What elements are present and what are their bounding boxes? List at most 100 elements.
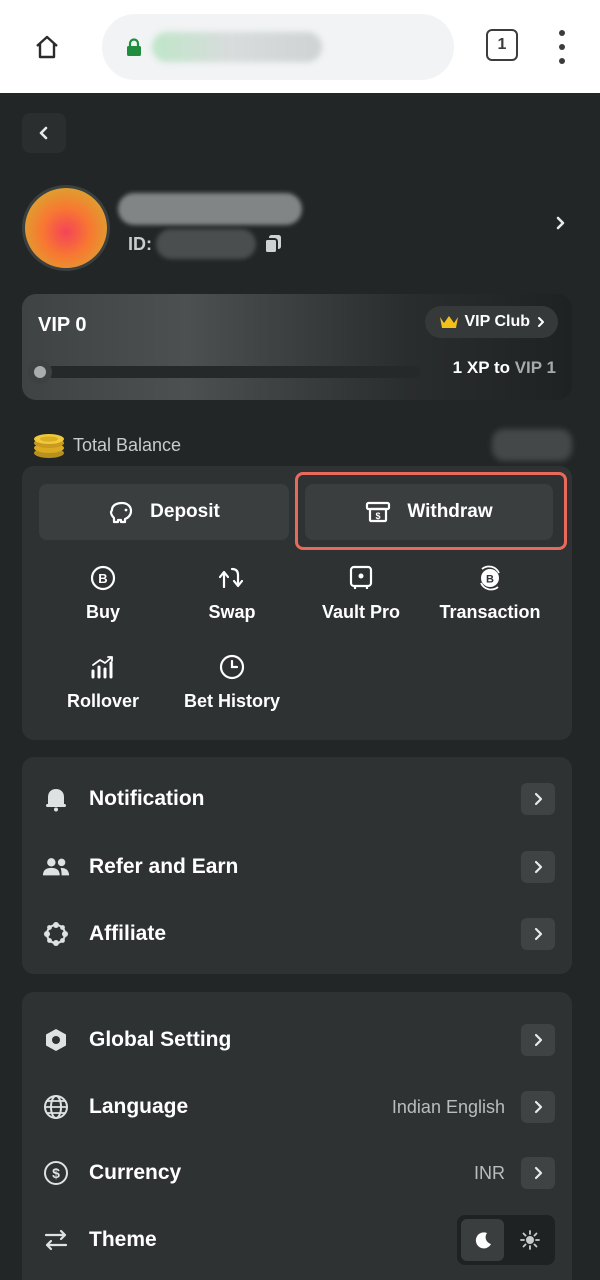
dollar-circle-icon: $	[42, 1159, 70, 1187]
vault-icon	[347, 564, 375, 592]
menu-card-social: Notification Refer and Earn Affiliate	[22, 757, 572, 974]
username-blurred	[118, 193, 302, 225]
svg-text:$: $	[376, 511, 381, 521]
vip-progress-bar	[28, 366, 420, 378]
vip-progress-indicator	[28, 360, 52, 384]
account-page: ID: VIP 0 VIP Club 1 XP to VIP 1 Total B…	[0, 93, 600, 1280]
wallet-action-label: Transaction	[439, 602, 541, 622]
wallet-action-bet-history[interactable]: Bet History	[167, 653, 297, 723]
menu-item-notification[interactable]: Notification	[22, 773, 572, 825]
chevron-right-icon	[538, 317, 544, 327]
chevron-right-icon[interactable]	[521, 1024, 555, 1056]
svg-text:B: B	[486, 574, 494, 586]
wallet-action-transaction[interactable]: B Transaction	[425, 564, 555, 634]
menu-item-label: Theme	[89, 1228, 157, 1251]
chevron-right-icon[interactable]	[521, 1091, 555, 1123]
wallet-action-buy[interactable]: B Buy	[38, 564, 168, 634]
svg-text:$: $	[52, 1165, 60, 1181]
menu-item-affiliate[interactable]: Affiliate	[22, 908, 572, 960]
total-balance-row: Total Balance	[32, 429, 572, 461]
url-text-blurred	[152, 32, 322, 62]
chevron-right-icon[interactable]	[521, 1157, 555, 1189]
wallet-action-rollover[interactable]: Rollover	[38, 653, 168, 723]
svg-text:B: B	[98, 571, 107, 586]
coins-icon	[34, 434, 64, 458]
vip-card: VIP 0 VIP Club 1 XP to VIP 1	[22, 294, 572, 400]
menu-item-label: Currency	[89, 1161, 182, 1184]
browser-toolbar: 1	[0, 0, 600, 93]
chevron-right-icon[interactable]	[548, 211, 572, 235]
affiliate-icon	[42, 920, 70, 948]
wallet-action-label: Buy	[85, 602, 120, 622]
globe-icon	[42, 1093, 70, 1121]
chevron-left-icon	[39, 126, 48, 140]
menu-item-label: Refer and Earn	[89, 855, 239, 878]
bell-icon	[42, 785, 70, 813]
wallet-action-label: Bet History	[183, 691, 281, 711]
menu-item-label: Language	[89, 1095, 189, 1118]
sliders-icon	[42, 1226, 70, 1254]
vip-level: VIP 0	[38, 314, 87, 336]
profile-header[interactable]: ID:	[22, 185, 578, 271]
copy-icon[interactable]	[264, 234, 282, 254]
tab-count: 1	[497, 36, 507, 53]
total-balance-label: Total Balance	[73, 435, 182, 455]
wallet-action-swap[interactable]: Swap	[167, 564, 297, 634]
users-icon	[42, 853, 70, 881]
hexagon-gear-icon	[42, 1026, 70, 1054]
lock-icon	[127, 38, 141, 56]
user-id-label: ID:	[128, 233, 152, 254]
deposit-button[interactable]: Deposit	[39, 484, 289, 540]
swap-arrows-icon	[218, 564, 246, 592]
wallet-action-label: Swap	[208, 602, 256, 622]
menu-item-global-setting[interactable]: Global Setting	[22, 1014, 572, 1066]
vip-xp-text: 1 XP to	[452, 358, 515, 377]
chevron-right-icon[interactable]	[521, 783, 555, 815]
user-id-blurred	[156, 229, 256, 259]
menu-item-refer-and-earn[interactable]: Refer and Earn	[22, 841, 572, 893]
rollover-chart-icon	[89, 653, 117, 681]
piggy-bank-icon	[110, 501, 133, 524]
clock-icon	[218, 653, 246, 681]
user-id-row: ID:	[128, 229, 282, 259]
language-value: Indian English	[391, 1096, 505, 1117]
address-bar[interactable]	[102, 14, 454, 80]
avatar[interactable]	[22, 185, 110, 271]
theme-option-dark[interactable]	[461, 1219, 504, 1261]
vip-club-label: VIP Club	[464, 313, 531, 330]
wallet-action-vault-pro[interactable]: Vault Pro	[296, 564, 426, 634]
menu-item-label: Global Setting	[89, 1028, 232, 1051]
back-button[interactable]	[22, 113, 66, 153]
balance-amount-blurred	[492, 429, 572, 461]
theme-toggle[interactable]	[457, 1215, 555, 1265]
menu-item-label: Affiliate	[89, 922, 167, 945]
withdraw-label: Withdraw	[407, 501, 493, 522]
bitcoin-circle-icon: B	[89, 564, 117, 592]
menu-item-language[interactable]: Language Indian English	[22, 1081, 572, 1133]
crown-icon	[439, 316, 458, 328]
deposit-label: Deposit	[150, 501, 220, 522]
vip-club-button[interactable]: VIP Club	[424, 306, 558, 338]
transaction-icon: B	[476, 564, 504, 592]
withdraw-icon: $	[366, 501, 391, 523]
home-icon	[36, 35, 58, 59]
moon-icon	[475, 1232, 491, 1249]
chevron-right-icon[interactable]	[521, 851, 555, 883]
menu-item-theme: Theme	[22, 1214, 572, 1266]
sun-icon	[519, 1230, 540, 1250]
overflow-menu-icon[interactable]	[552, 30, 572, 64]
withdraw-button[interactable]: $ Withdraw	[305, 484, 553, 540]
tab-switcher-button[interactable]: 1	[486, 29, 518, 61]
wallet-action-label: Rollover	[66, 691, 140, 711]
vip-next-level: 1 XP to VIP 1	[453, 358, 556, 378]
menu-item-label: Notification	[89, 787, 205, 810]
menu-card-settings: Global Setting Language Indian English $…	[22, 992, 572, 1280]
menu-item-currency[interactable]: $ Currency INR	[22, 1147, 572, 1199]
currency-value: INR	[474, 1162, 505, 1183]
vip-next-level-name: VIP 1	[514, 358, 556, 377]
home-button[interactable]	[28, 28, 66, 66]
theme-option-light[interactable]	[508, 1219, 551, 1261]
chevron-right-icon[interactable]	[521, 918, 555, 950]
wallet-action-label: Vault Pro	[321, 602, 401, 622]
wallet-card: Deposit $ Withdraw B Buy Swap Vault Pro …	[22, 466, 572, 740]
